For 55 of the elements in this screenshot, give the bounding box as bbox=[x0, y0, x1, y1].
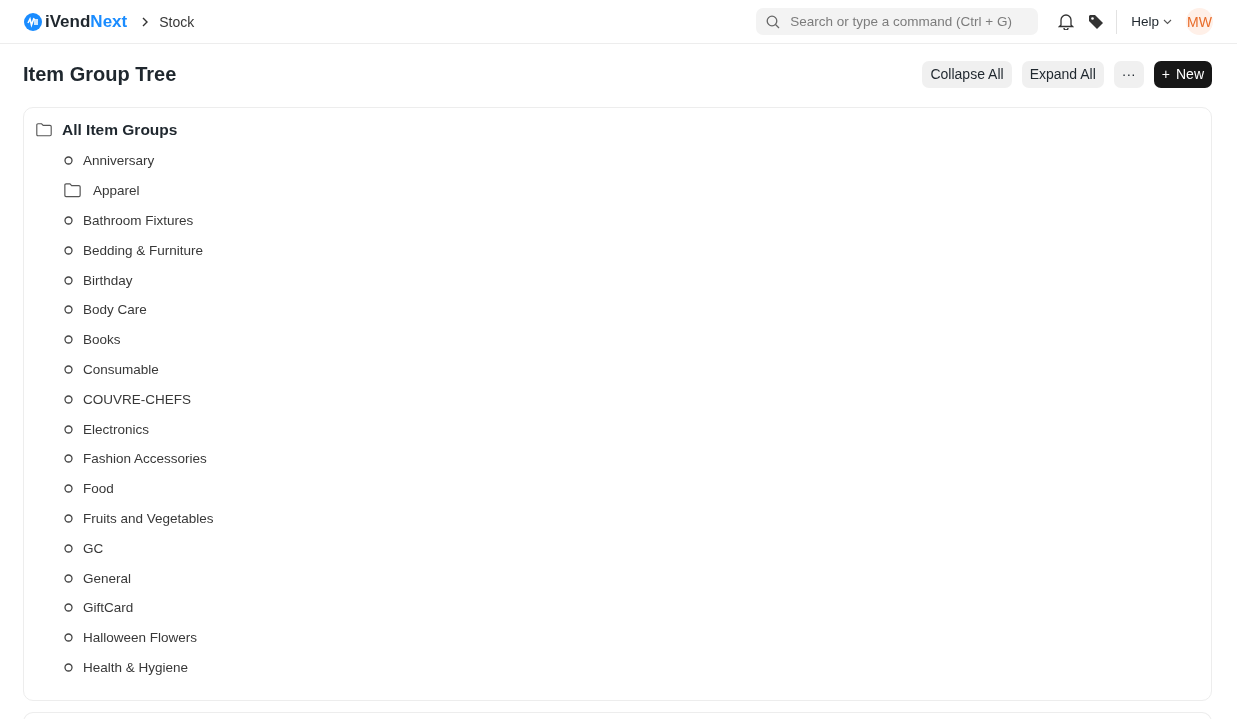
tree-item[interactable]: Food bbox=[83, 481, 114, 497]
tree-item[interactable]: Birthday bbox=[83, 272, 133, 288]
tag-icon bbox=[1088, 13, 1105, 30]
search-icon bbox=[766, 14, 781, 29]
circle-icon bbox=[64, 573, 73, 583]
tree-item[interactable]: Anniversary bbox=[83, 153, 155, 169]
circle-icon bbox=[64, 662, 73, 672]
tree-item[interactable]: Fruits and Vegetables bbox=[83, 510, 214, 526]
circle-icon bbox=[64, 543, 73, 553]
action-button[interactable]: Expand All bbox=[1021, 60, 1104, 88]
folder-icon bbox=[36, 123, 52, 137]
tree-item[interactable]: Consumable bbox=[83, 361, 159, 377]
tree-item[interactable]: Bathroom Fixtures bbox=[83, 213, 194, 228]
notification-button[interactable] bbox=[1058, 13, 1075, 30]
tree-item[interactable]: Bedding & Furniture bbox=[83, 242, 204, 258]
circle-icon bbox=[64, 603, 73, 613]
tree-item[interactable]: COUVRE-CHEFS bbox=[83, 391, 191, 407]
brand-logo[interactable]: iVendNext bbox=[24, 11, 128, 32]
circle-icon bbox=[64, 275, 73, 285]
tag-button[interactable] bbox=[1088, 13, 1105, 30]
tree-item[interactable]: GC bbox=[83, 540, 104, 556]
circle-icon bbox=[64, 216, 73, 225]
tree-item[interactable]: Books bbox=[83, 332, 121, 348]
action-button[interactable]: Collapse All bbox=[922, 60, 1012, 88]
chevron-icon bbox=[141, 16, 150, 27]
tree-item[interactable]: Apparel bbox=[93, 183, 140, 199]
tree-item[interactable]: Halloween Flowers bbox=[83, 630, 198, 646]
help-menu[interactable]: Help bbox=[1131, 14, 1172, 29]
tree-item[interactable]: GiftCard bbox=[83, 600, 134, 616]
tree-item[interactable]: Body Care bbox=[83, 302, 147, 318]
circle-icon bbox=[64, 394, 73, 404]
search-field[interactable]: Search or type a command (Ctrl + G) bbox=[756, 8, 1039, 35]
circle-icon bbox=[64, 633, 73, 643]
tree-root[interactable]: All Item Groups bbox=[62, 121, 178, 139]
circle-icon bbox=[64, 335, 73, 345]
folder-icon bbox=[64, 183, 81, 198]
circle-icon bbox=[64, 305, 73, 315]
more-button[interactable]: ··· bbox=[1113, 60, 1144, 88]
tree-item[interactable]: General bbox=[83, 570, 132, 586]
caret-icon bbox=[1163, 18, 1172, 25]
circle-icon bbox=[64, 245, 73, 255]
page-title: Item Group Tree bbox=[23, 62, 178, 86]
circle-icon bbox=[64, 364, 73, 374]
circle-icon bbox=[64, 454, 73, 464]
circle-icon bbox=[64, 424, 73, 434]
tree-item[interactable]: Electronics bbox=[83, 421, 150, 437]
logo-icon bbox=[24, 12, 42, 31]
bell-icon bbox=[1058, 13, 1075, 30]
tree-item[interactable]: Health & Hygiene bbox=[83, 659, 189, 675]
circle-icon bbox=[64, 484, 73, 494]
breadcrumb-link[interactable]: Stock bbox=[159, 13, 195, 30]
tree-item[interactable]: Fashion Accessories bbox=[83, 451, 207, 467]
circle-icon bbox=[64, 513, 73, 523]
new-button[interactable]: + New bbox=[1153, 60, 1212, 88]
circle-icon bbox=[64, 156, 73, 166]
